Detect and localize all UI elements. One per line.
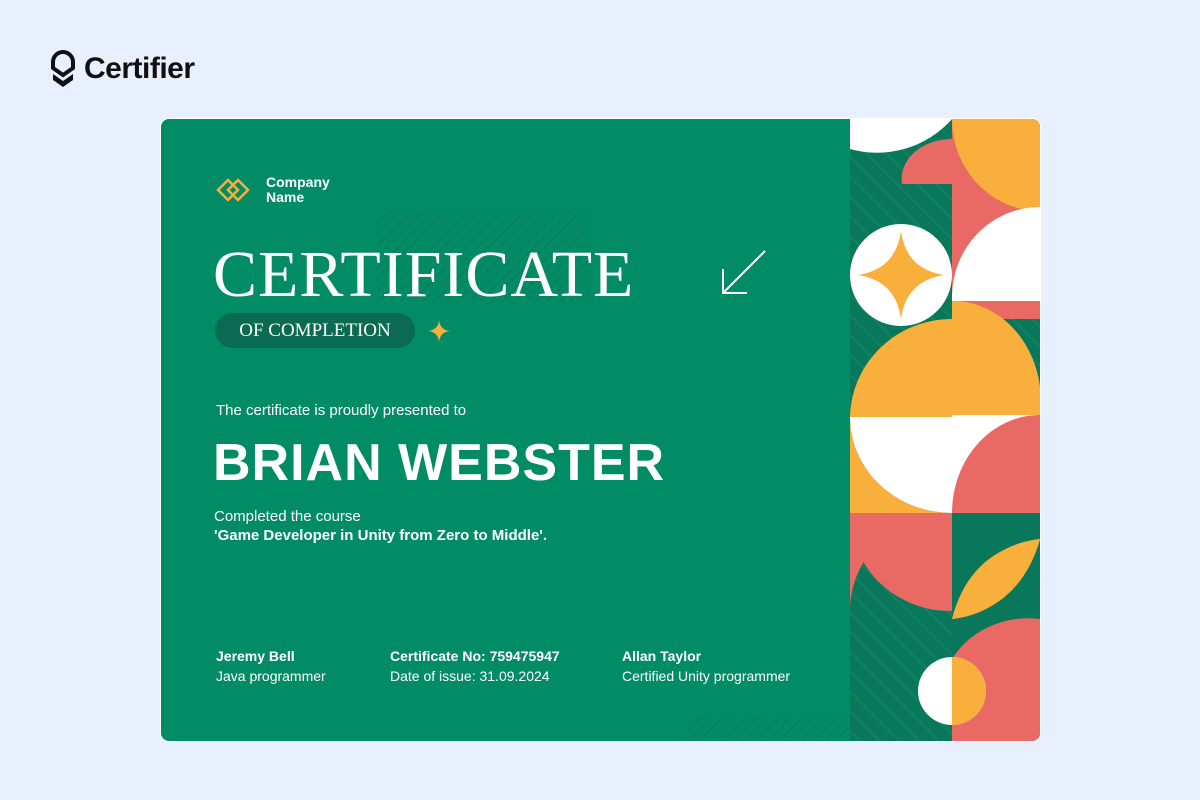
certificate-number: Certificate No: 759475947: [390, 648, 560, 664]
recipient-name: BRIAN WEBSTER: [213, 434, 666, 492]
certificate-card: Company Name CERTIFICATE OF COMPLETION T…: [161, 119, 1040, 741]
completed-text: Completed the course: [214, 508, 361, 525]
company-logo-icon: [216, 178, 250, 202]
presented-text: The certificate is proudly presented to: [216, 402, 467, 419]
hatch-pattern-bottom: [689, 717, 849, 741]
arrow-down-left-icon: [722, 250, 766, 294]
certificate-info-block: Certificate No: 759475947 Date of issue:…: [390, 648, 560, 684]
geometric-pattern-panel: [850, 119, 1040, 741]
signer-name: Allan Taylor: [622, 648, 702, 664]
certificate-title: CERTIFICATE: [213, 238, 635, 311]
certifier-brand: Certifier: [50, 50, 195, 88]
subtitle-pill: OF COMPLETION: [215, 313, 415, 348]
certifier-brand-name: Certifier: [84, 52, 195, 85]
signer-name: Jeremy Bell: [216, 648, 295, 664]
sparkle-icon: [428, 320, 450, 342]
issue-date: Date of issue: 31.09.2024: [390, 668, 550, 684]
signature-block-1: Jeremy Bell Java programmer: [216, 648, 326, 684]
course-name: 'Game Developer in Unity from Zero to Mi…: [214, 527, 548, 544]
company-block: Company Name: [216, 175, 356, 205]
signer-role: Certified Unity programmer: [622, 668, 791, 684]
signature-block-2: Allan Taylor Certified Unity programmer: [622, 648, 790, 684]
signer-role: Java programmer: [216, 668, 326, 684]
company-name: Company Name: [266, 174, 330, 205]
certifier-logo-icon: [51, 50, 75, 87]
